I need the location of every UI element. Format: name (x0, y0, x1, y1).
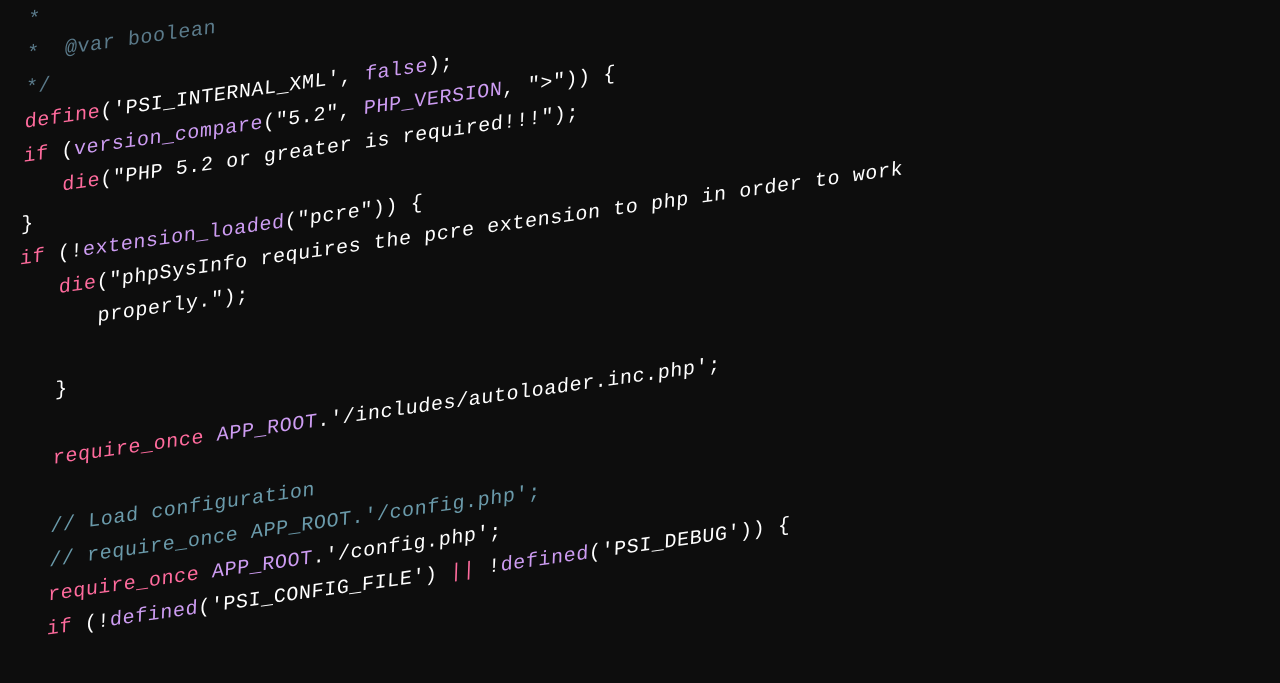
kw-die1: die (62, 169, 101, 197)
kw-if2: if (20, 245, 46, 272)
brace-close2: } (55, 378, 68, 403)
comment-close: */ (25, 74, 51, 101)
brace-close1: } (21, 212, 34, 237)
kw-if1: if (23, 142, 49, 169)
code-editor: * ext... * * @var boolean */ define('PSI… (6, 0, 1280, 656)
kw-if3: if (46, 615, 72, 642)
line-die4: die(); (6, 644, 1280, 656)
kw-die3: die (85, 642, 124, 657)
kw-die2: die (58, 272, 97, 300)
comment-star: * (28, 7, 41, 32)
fn-defined4: defined (497, 645, 586, 656)
kw-define: define (24, 101, 100, 135)
